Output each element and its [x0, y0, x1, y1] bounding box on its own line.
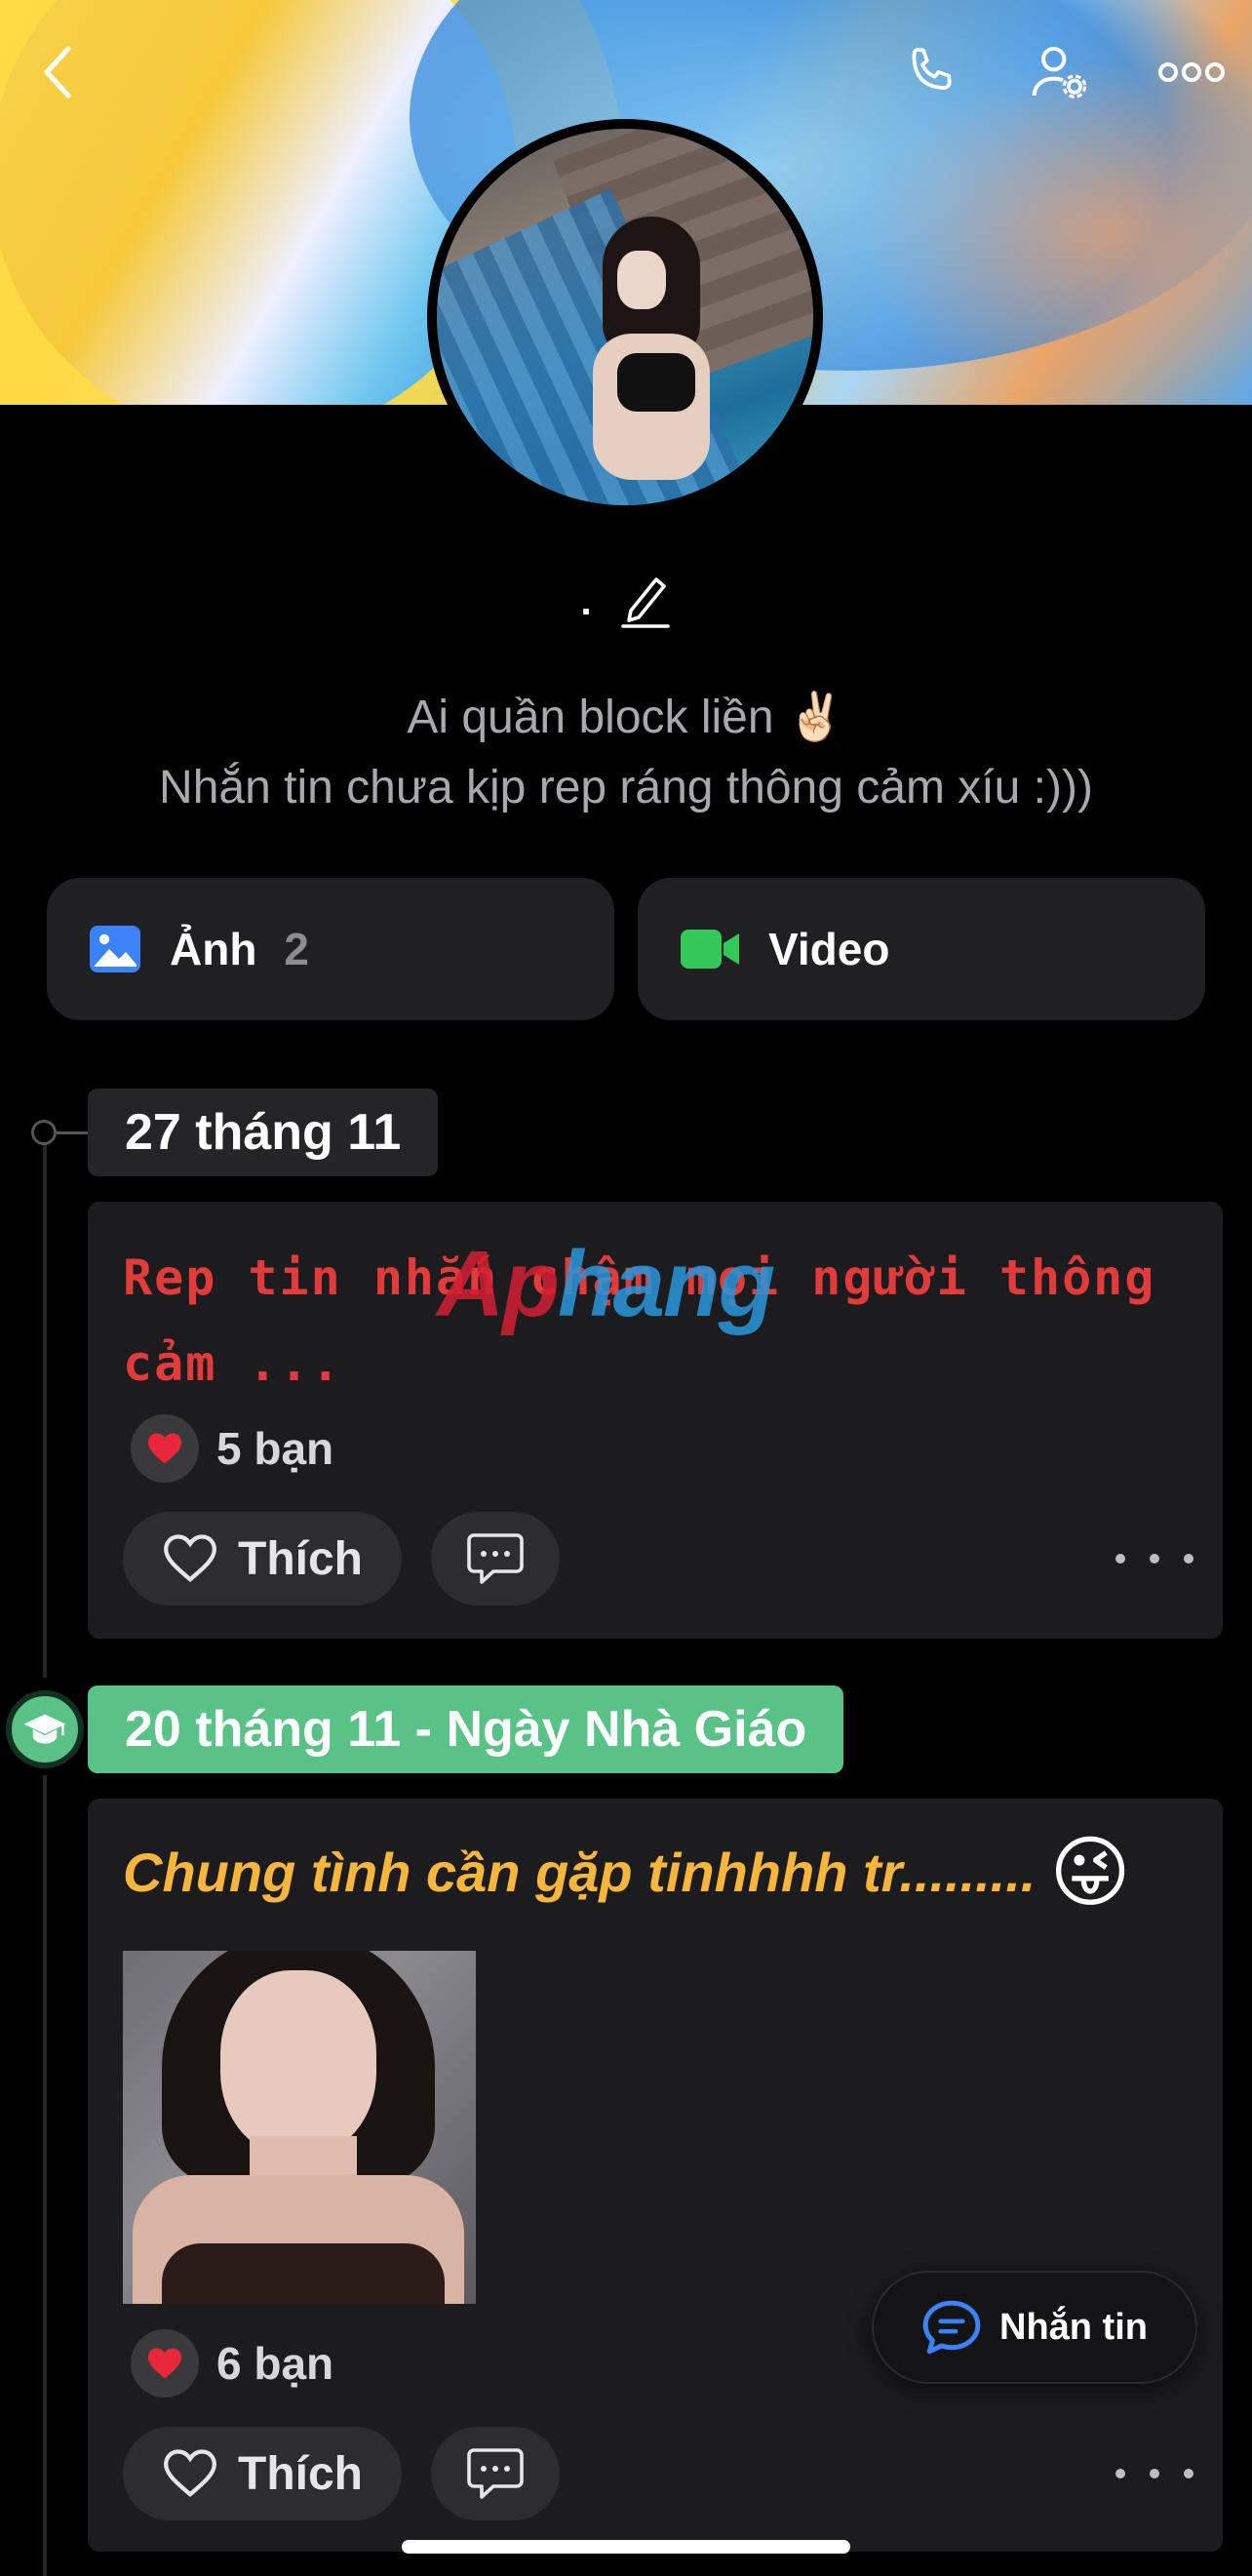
timeline-connector — [55, 1131, 90, 1134]
profile-avatar[interactable] — [427, 119, 823, 515]
timeline-line — [43, 1775, 47, 2576]
comment-button[interactable] — [431, 1512, 560, 1605]
reaction-summary[interactable]: 6 bạn — [131, 2329, 333, 2398]
photos-count: 2 — [284, 924, 310, 974]
reaction-heart — [131, 1414, 199, 1483]
videos-label: Video — [768, 924, 890, 974]
more-dot — [1115, 2469, 1125, 2478]
reaction-count: 6 bạn — [216, 2338, 334, 2389]
photos-label: Ảnh — [170, 924, 257, 974]
video-camera-icon — [681, 930, 739, 969]
watermark-part: hang — [557, 1232, 775, 1336]
more-dot — [1184, 1554, 1193, 1564]
reaction-summary[interactable]: 5 bạn — [131, 1414, 333, 1483]
timeline-line — [43, 1131, 47, 1678]
watermark-logo: Aphang — [437, 1231, 775, 1338]
like-label: Thích — [238, 1532, 363, 1585]
post-text: Chung tình cần gặp tinhhhh tr......... — [123, 1842, 1037, 1903]
heart-icon — [148, 1433, 181, 1464]
photo-clothing — [162, 2243, 445, 2304]
more-dot — [1150, 1554, 1159, 1564]
like-heart-outline-icon — [164, 2449, 216, 2498]
profile-settings-button[interactable] — [1024, 37, 1094, 107]
comment-icon — [467, 1533, 524, 1584]
edit-pencil-icon — [620, 577, 670, 628]
more-dot — [1115, 1554, 1125, 1564]
comment-icon — [467, 2448, 524, 2499]
edit-name-button[interactable] — [617, 568, 672, 635]
like-heart-outline-icon — [164, 1534, 216, 1583]
like-label: Thích — [238, 2447, 363, 2500]
phone-icon — [912, 48, 952, 90]
profile-name: . — [580, 579, 592, 623]
more-options-button[interactable] — [1151, 37, 1232, 107]
user-settings-icon — [1032, 47, 1087, 99]
avatar-swimsuit — [617, 353, 695, 412]
post-text-row: Chung tình cần gặp tinhhhh tr......... 😜 — [123, 1834, 1131, 1912]
reaction-heart — [131, 2329, 199, 2398]
graduation-cap-icon — [23, 1714, 66, 1744]
chat-bubble-icon — [922, 2300, 981, 2355]
comment-button[interactable] — [431, 2427, 560, 2520]
send-message-button[interactable]: Nhắn tin — [872, 2271, 1197, 2384]
like-button[interactable]: Thích — [123, 1512, 402, 1605]
bio-line: Nhắn tin chưa kịp rep ráng thông cảm xíu… — [159, 762, 1093, 813]
post-photo[interactable] — [123, 1951, 476, 2304]
bio-line: Ai quần block liền ✌🏻 — [407, 692, 845, 743]
post-date-chip: 20 tháng 11 - Ngày Nhà Giáo — [88, 1685, 844, 1773]
like-button[interactable]: Thích — [123, 2427, 402, 2520]
post-more-button[interactable] — [1115, 2454, 1193, 2493]
home-indicator[interactable] — [402, 2540, 850, 2554]
back-icon — [44, 46, 71, 99]
post-date-chip: 27 tháng 11 — [88, 1089, 439, 1176]
avatar-photo — [437, 129, 813, 505]
timeline-dot — [31, 1120, 57, 1145]
call-button[interactable] — [895, 37, 965, 107]
videos-button[interactable]: Video — [638, 878, 1205, 1020]
post-more-button[interactable] — [1115, 1539, 1193, 1578]
heart-icon — [148, 2348, 181, 2379]
winking-emoji: 😜 — [1049, 1829, 1131, 1916]
photo-face — [220, 1970, 376, 2156]
back-button[interactable] — [23, 37, 94, 107]
watermark-part: Ap — [437, 1232, 560, 1336]
profile-bio: Ai quần block liền ✌🏻 Nhắn tin chưa kịp … — [0, 683, 1252, 823]
more-dot — [1150, 2469, 1159, 2478]
profile-name-row: . — [0, 568, 1252, 635]
image-icon — [90, 926, 140, 972]
photos-button[interactable]: Ảnh 2 — [47, 878, 614, 1020]
teacher-day-badge — [6, 1690, 84, 1768]
send-message-label: Nhắn tin — [999, 2306, 1148, 2348]
reaction-count: 5 bạn — [216, 1423, 334, 1474]
avatar-face — [617, 251, 666, 309]
more-dot — [1184, 2469, 1193, 2478]
more-icon — [1158, 62, 1225, 82]
avatar-photo-person — [583, 217, 720, 480]
